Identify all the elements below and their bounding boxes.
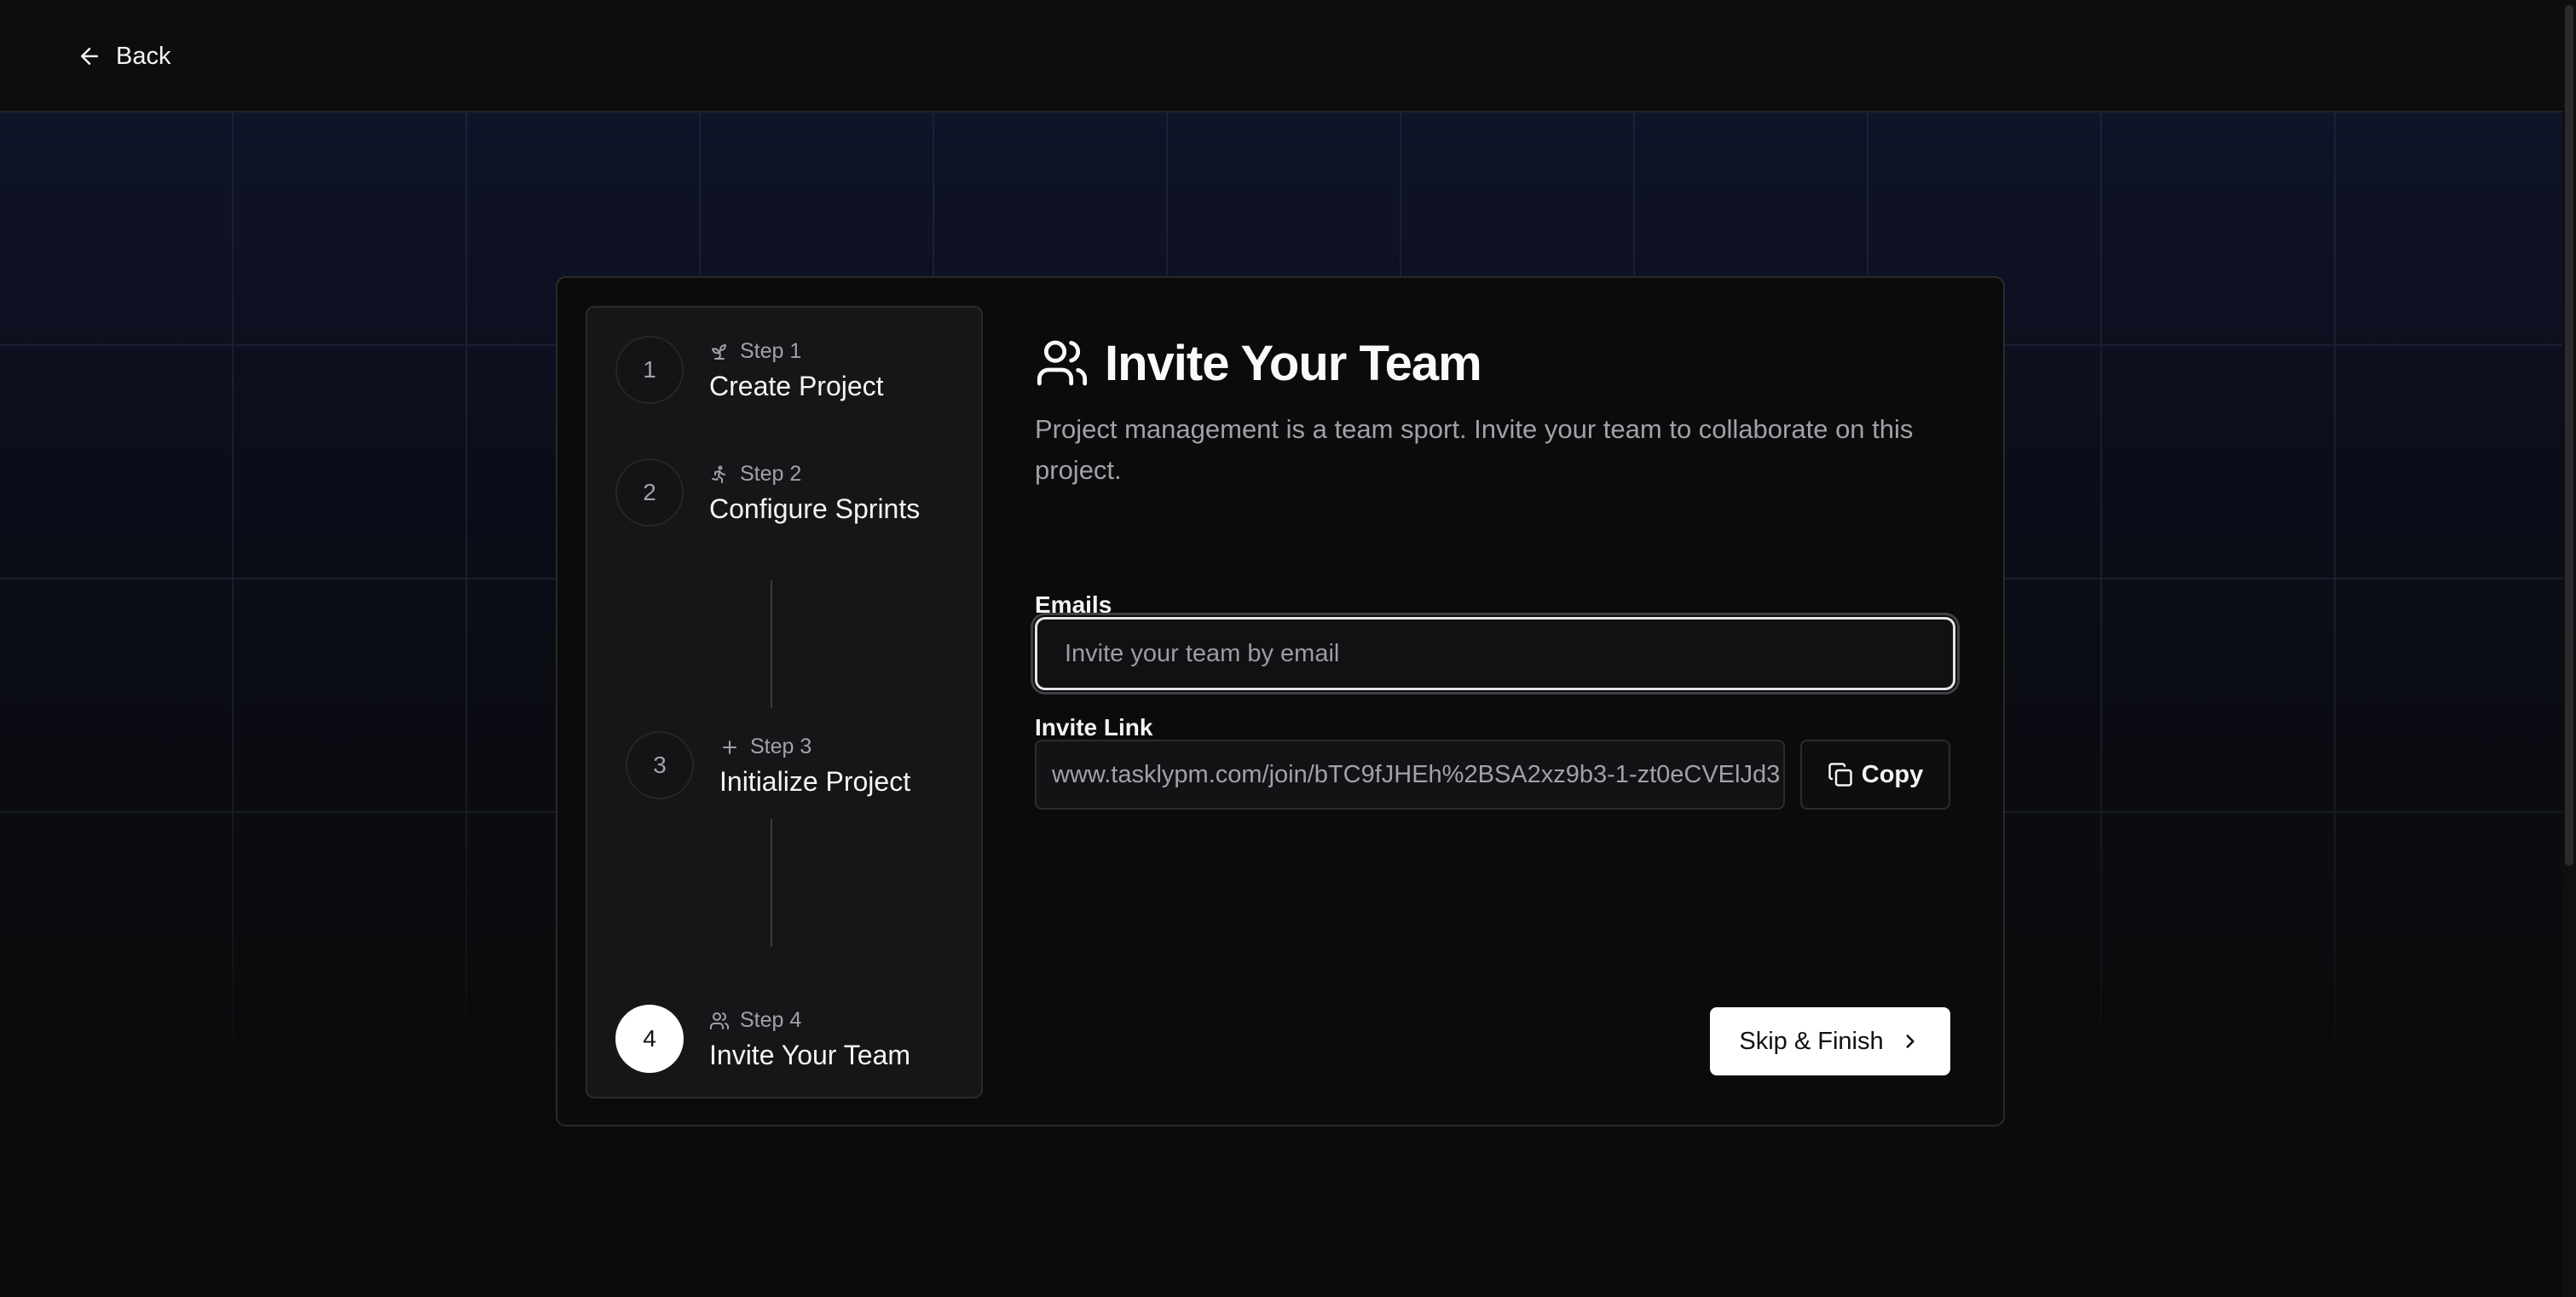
step-title: Invite Your Team bbox=[709, 1039, 911, 1070]
copy-button[interactable]: Copy bbox=[1800, 740, 1950, 810]
step-number-badge: 2 bbox=[615, 458, 684, 527]
back-label: Back bbox=[116, 42, 171, 70]
skip-finish-label: Skip & Finish bbox=[1739, 1027, 1884, 1055]
step-title: Initialize Project bbox=[719, 765, 911, 797]
page-description: Project management is a team sport. Invi… bbox=[1035, 414, 1914, 485]
step-label: Step 2 bbox=[740, 462, 802, 486]
step-connector bbox=[771, 819, 772, 947]
sprout-icon bbox=[712, 343, 726, 360]
step-title: Configure Sprints bbox=[709, 493, 921, 524]
copy-icon bbox=[1828, 763, 1852, 787]
invite-link-field[interactable]: www.tasklypm.com/join/bTC9fJHEh%2BSA2xz9… bbox=[1035, 740, 1785, 810]
step-item-2[interactable]: 2 Step 2 Configure Sprints bbox=[615, 458, 920, 527]
step-item-1[interactable]: 1 Step 1 Create Project bbox=[615, 336, 884, 404]
skip-finish-button[interactable]: Skip & Finish bbox=[1710, 1007, 1950, 1075]
step-number-badge: 3 bbox=[626, 731, 694, 799]
plus-icon bbox=[723, 740, 736, 754]
invite-team-section: Invite Your Team Project management is a… bbox=[1035, 329, 1972, 810]
back-button[interactable]: Back bbox=[77, 36, 170, 77]
arrow-left-icon bbox=[81, 48, 98, 65]
emails-label: Emails bbox=[1035, 591, 1112, 618]
step-item-4[interactable]: 4 Step 4 Invite Your Team bbox=[615, 1005, 910, 1073]
step-label: Step 3 bbox=[750, 735, 812, 758]
steps-panel: 1 Step 1 Create Project 2 Step 2 Configu… bbox=[586, 306, 983, 1098]
scrollbar-thumb[interactable] bbox=[2565, 5, 2573, 866]
step-label: Step 4 bbox=[740, 1008, 802, 1032]
page-scrollbar[interactable] bbox=[2562, 0, 2576, 1297]
onboarding-dialog: 1 Step 1 Create Project 2 Step 2 Configu… bbox=[556, 276, 2005, 1127]
invite-link-label: Invite Link bbox=[1035, 714, 1153, 741]
step-number-badge: 1 bbox=[615, 336, 684, 404]
step-label: Step 1 bbox=[740, 339, 802, 363]
page-title: Invite Your Team bbox=[1035, 329, 1972, 397]
top-bar: Back bbox=[0, 0, 2562, 112]
emails-input[interactable] bbox=[1035, 617, 1955, 690]
step-connector bbox=[771, 580, 772, 708]
users-icon bbox=[710, 1012, 729, 1029]
chevron-right-icon bbox=[1906, 1035, 1915, 1048]
step-item-3[interactable]: 3 Step 3 Initialize Project bbox=[626, 731, 910, 799]
step-title: Create Project bbox=[709, 370, 884, 401]
copy-button-label: Copy bbox=[1861, 760, 1924, 788]
invite-link-value: www.tasklypm.com/join/bTC9fJHEh%2BSA2xz9… bbox=[1052, 760, 1781, 788]
running-person-icon bbox=[712, 465, 725, 483]
users-icon bbox=[1037, 340, 1088, 386]
step-number-badge-active: 4 bbox=[615, 1005, 684, 1073]
page-title-text: Invite Your Team bbox=[1105, 335, 1482, 391]
